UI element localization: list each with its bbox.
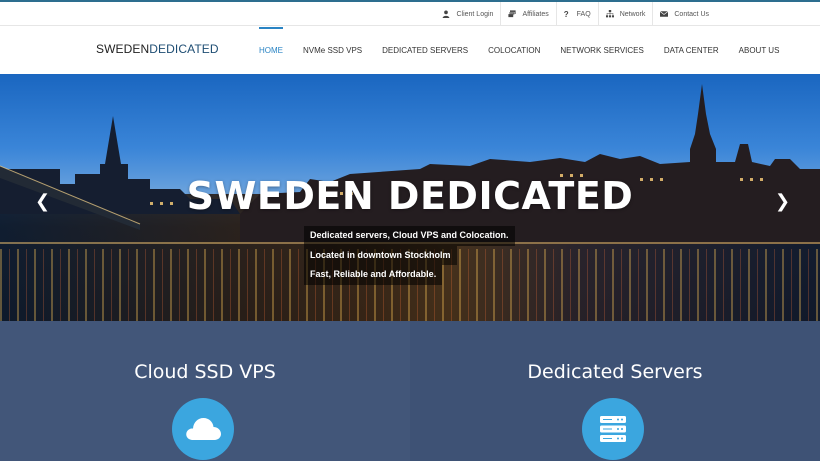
network-label: Network xyxy=(619,10,646,18)
panel-dedicated-servers[interactable]: Dedicated Servers xyxy=(410,321,820,461)
panel-cloud-ssd-vps[interactable]: Cloud SSD VPS xyxy=(0,321,410,461)
panel-title: Dedicated Servers xyxy=(527,361,703,383)
chevron-right-icon[interactable]: ❯ xyxy=(775,191,790,212)
network-link[interactable]: Network xyxy=(597,2,653,26)
utility-links: Client Login Affiliates ? FAQ Network Co… xyxy=(435,2,716,26)
hero-tagline-block: Dedicated servers, Cloud VPS and Colocat… xyxy=(304,226,515,285)
chevron-left-icon[interactable]: ❮ xyxy=(35,191,50,212)
hero-tagline-line: Located in downtown Stockholm xyxy=(304,245,457,265)
faq-link[interactable]: ? FAQ xyxy=(555,2,598,26)
nav-nvme-ssd-vps[interactable]: NVMe SSD VPS xyxy=(293,27,372,74)
service-panels: Cloud SSD VPS Dedicated Servers xyxy=(0,321,820,461)
main-header: SWEDENDEDICATED HOME NVMe SSD VPS DEDICA… xyxy=(0,27,820,74)
panel-icon-circle xyxy=(582,398,644,460)
affiliates-link[interactable]: Affiliates xyxy=(500,2,555,26)
affiliates-label: Affiliates xyxy=(522,10,549,18)
nav-about-us[interactable]: ABOUT US xyxy=(729,27,790,74)
question-icon: ? xyxy=(563,9,569,19)
nav-home[interactable]: HOME xyxy=(249,27,293,74)
client-login-link[interactable]: Client Login xyxy=(435,2,500,26)
hero-title: SWEDEN DEDICATED xyxy=(186,174,634,218)
hero-slider: SWEDEN DEDICATED Dedicated servers, Clou… xyxy=(0,74,820,321)
sitemap-icon xyxy=(605,10,614,18)
logo-part-sweden: SWEDEN xyxy=(96,42,150,56)
top-utility-bar: Client Login Affiliates ? FAQ Network Co… xyxy=(0,2,820,26)
client-login-label: Client Login xyxy=(456,10,494,18)
panel-icon-circle xyxy=(172,398,234,460)
money-icon xyxy=(508,10,517,18)
server-icon xyxy=(600,416,626,442)
nav-dedicated-servers[interactable]: DEDICATED SERVERS xyxy=(372,27,478,74)
cloud-icon xyxy=(186,418,221,440)
envelope-icon xyxy=(660,11,669,17)
logo-part-dedicated: DEDICATED xyxy=(149,42,219,56)
nav-data-center[interactable]: DATA CENTER xyxy=(654,27,729,74)
faq-label: FAQ xyxy=(576,10,591,18)
contact-us-link[interactable]: Contact Us xyxy=(652,2,716,26)
contact-us-label: Contact Us xyxy=(674,10,709,18)
hero-tagline-line: Dedicated servers, Cloud VPS and Colocat… xyxy=(304,226,515,246)
hero-tagline-line: Fast, Reliable and Affordable. xyxy=(304,265,443,285)
nav-colocation[interactable]: COLOCATION xyxy=(478,27,550,74)
site-logo[interactable]: SWEDENDEDICATED xyxy=(96,42,219,56)
nav-network-services[interactable]: NETWORK SERVICES xyxy=(550,27,653,74)
panel-title: Cloud SSD VPS xyxy=(134,361,276,383)
user-icon xyxy=(443,10,450,18)
main-nav: HOME NVMe SSD VPS DEDICATED SERVERS COLO… xyxy=(249,27,789,74)
